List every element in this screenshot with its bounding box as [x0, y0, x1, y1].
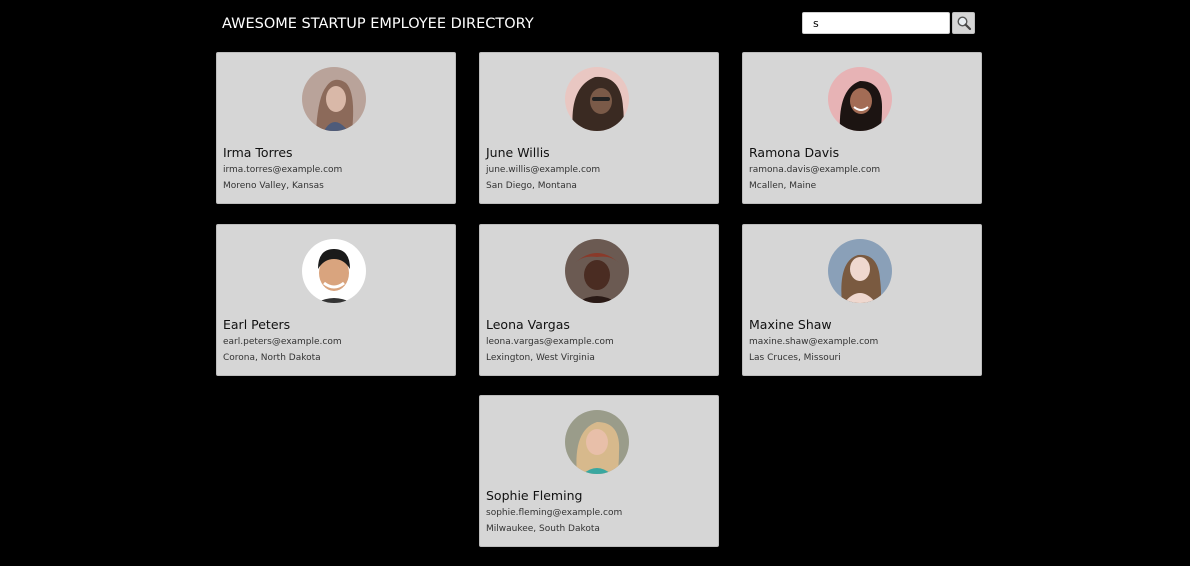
directory-page: AWESOME STARTUP EMPLOYEE DIRECTORY Irma …: [0, 0, 1190, 566]
employee-location: San Diego, Montana: [486, 181, 577, 191]
avatar: [302, 67, 366, 131]
employee-email: maxine.shaw@example.com: [749, 337, 879, 347]
employee-email: irma.torres@example.com: [223, 165, 343, 175]
employee-email: ramona.davis@example.com: [749, 165, 881, 175]
employee-name: Irma Torres: [223, 145, 293, 160]
employee-location: Corona, North Dakota: [223, 353, 321, 363]
search-button[interactable]: [952, 12, 975, 34]
avatar: [565, 410, 629, 474]
avatar: [565, 239, 629, 303]
employee-card[interactable]: Leona Vargas leona.vargas@example.com Le…: [479, 224, 719, 376]
employee-name: June Willis: [486, 145, 550, 160]
employee-card[interactable]: Maxine Shaw maxine.shaw@example.com Las …: [742, 224, 982, 376]
employee-name: Leona Vargas: [486, 317, 570, 332]
employee-name: Maxine Shaw: [749, 317, 832, 332]
employee-name: Ramona Davis: [749, 145, 840, 160]
avatar: [828, 67, 892, 131]
employee-location: Milwaukee, South Dakota: [486, 524, 600, 534]
employee-location: Mcallen, Maine: [749, 181, 817, 191]
employee-location: Moreno Valley, Kansas: [223, 181, 324, 191]
employee-location: Las Cruces, Missouri: [749, 353, 841, 363]
search-form: [802, 12, 975, 34]
employee-email: june.willis@example.com: [486, 165, 601, 175]
magnifier-icon: [956, 16, 971, 31]
employee-email: leona.vargas@example.com: [486, 337, 614, 347]
employee-name: Earl Peters: [223, 317, 291, 332]
page-title: AWESOME STARTUP EMPLOYEE DIRECTORY: [222, 16, 534, 32]
employee-email: earl.peters@example.com: [223, 337, 342, 347]
employee-card[interactable]: Irma Torres irma.torres@example.com More…: [216, 52, 456, 204]
avatar: [828, 239, 892, 303]
employee-card[interactable]: Sophie Fleming sophie.fleming@example.co…: [479, 395, 719, 547]
employee-location: Lexington, West Virginia: [486, 353, 595, 363]
employee-card[interactable]: June Willis june.willis@example.com San …: [479, 52, 719, 204]
employee-card[interactable]: Earl Peters earl.peters@example.com Coro…: [216, 224, 456, 376]
employee-card[interactable]: Ramona Davis ramona.davis@example.com Mc…: [742, 52, 982, 204]
avatar: [302, 239, 366, 303]
search-input[interactable]: [802, 12, 950, 34]
avatar: [565, 67, 629, 131]
employee-name: Sophie Fleming: [486, 488, 583, 503]
employee-email: sophie.fleming@example.com: [486, 508, 623, 518]
